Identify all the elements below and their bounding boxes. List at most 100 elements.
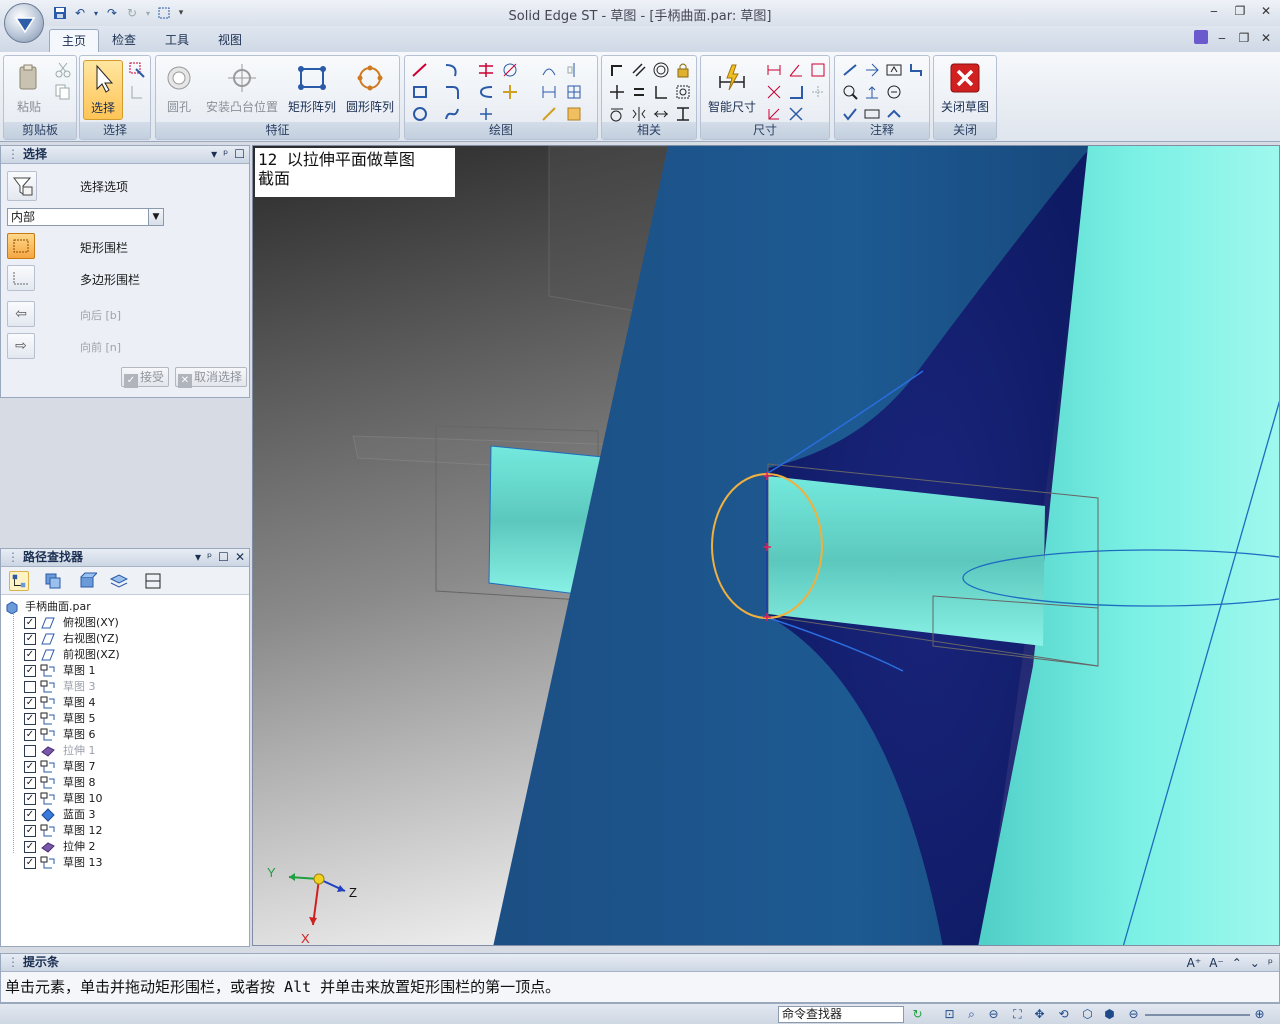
coordinate-dim-icon[interactable]	[809, 61, 827, 79]
tree-item[interactable]: ✓ 草图 12	[1, 823, 249, 839]
zoom-out-icon[interactable]: ⊖	[986, 1007, 1001, 1022]
balloon-icon[interactable]	[885, 105, 903, 123]
features-view-icon[interactable]	[43, 571, 63, 591]
tab-inspect[interactable]: 检查	[100, 29, 148, 52]
redo-dropdown-icon[interactable]: ▾	[144, 5, 152, 21]
distance-dim-icon[interactable]	[765, 61, 783, 79]
tree-item[interactable]: ✓ 俯视图(XY)	[1, 615, 249, 631]
center-mark-icon[interactable]	[863, 105, 881, 123]
scale-icon[interactable]	[540, 83, 558, 101]
grip-icon[interactable]: ⋮	[7, 550, 19, 564]
select-tool-2-icon[interactable]	[128, 83, 146, 101]
tab-home[interactable]: 主页	[49, 29, 100, 52]
close-button[interactable]: ✕	[1258, 3, 1274, 19]
undo-dropdown-icon[interactable]: ▾	[92, 5, 100, 21]
rotate-view-icon[interactable]: ⟲	[1056, 1007, 1071, 1022]
mirror-icon[interactable]	[540, 61, 558, 79]
command-finder-input[interactable]: 命令查找器	[778, 1006, 904, 1023]
checkbox-checked[interactable]: ✓	[24, 761, 36, 773]
smart-dimension-button[interactable]: 智能尺寸	[703, 60, 761, 120]
repeat-icon[interactable]: ↻	[124, 5, 140, 21]
point-icon[interactable]	[477, 105, 495, 123]
tree-item[interactable]: ✓ 草图 8	[1, 775, 249, 791]
application-button[interactable]	[4, 3, 44, 43]
angular-coordinate-icon[interactable]	[787, 83, 805, 101]
expand-icon[interactable]: ⌄	[1250, 955, 1260, 972]
pin-icon[interactable]: ᵖ	[1268, 955, 1273, 972]
axis-triad[interactable]: Y Z X	[261, 865, 371, 945]
tree-item[interactable]: ✓ 草图 5	[1, 711, 249, 727]
tree-view-icon[interactable]	[9, 571, 29, 591]
dimensions-view-icon[interactable]	[143, 571, 163, 591]
rigid-set-icon[interactable]	[674, 83, 692, 101]
tab-view[interactable]: 视图	[206, 29, 254, 52]
font-increase-icon[interactable]: A⁺	[1187, 955, 1202, 972]
trim-icon[interactable]	[477, 61, 495, 79]
checkbox-checked[interactable]: ✓	[24, 729, 36, 741]
model-view[interactable]	[253, 146, 1280, 946]
forward-button[interactable]: ⇨	[7, 333, 35, 359]
chevron-down-icon[interactable]: ▼	[148, 209, 163, 225]
hole-button[interactable]: 圆孔	[158, 60, 200, 120]
lock-icon[interactable]	[674, 61, 692, 79]
zoom-icon[interactable]: ⌕	[964, 1007, 979, 1022]
stretch-icon[interactable]	[540, 105, 558, 123]
paste-button[interactable]: 粘贴	[6, 60, 52, 120]
select-button[interactable]: 选择	[83, 60, 123, 120]
rectangle-fence-button[interactable]	[7, 233, 35, 259]
font-decrease-icon[interactable]: A⁻	[1209, 955, 1224, 972]
checkbox-checked[interactable]: ✓	[24, 809, 36, 821]
back-button[interactable]: ⇦	[7, 301, 35, 327]
customize-qat-icon[interactable]: ▾	[176, 5, 186, 21]
text-box-icon[interactable]	[885, 61, 903, 79]
select-options-button[interactable]	[7, 171, 37, 201]
pattern-grid-icon[interactable]	[565, 83, 583, 101]
tree-item[interactable]: ✓ 前视图(XZ)	[1, 647, 249, 663]
panel-menu-icon[interactable]: ▾	[195, 549, 201, 566]
edge-condition-icon[interactable]	[841, 105, 859, 123]
close-sketch-button[interactable]: 关闭草图	[936, 60, 994, 120]
parts-view-icon[interactable]	[77, 571, 97, 591]
checkbox-checked[interactable]: ✓	[24, 825, 36, 837]
doc-close-button[interactable]: ✕	[1258, 30, 1274, 46]
tree-item[interactable]: ✓ 蓝面 3	[1, 807, 249, 823]
leader-icon[interactable]	[841, 61, 859, 79]
boss-button[interactable]: 安装凸台位置	[202, 60, 282, 120]
zoom-slider-thumb-icon[interactable]: ⊕	[1252, 1007, 1267, 1022]
zoom-slider-minus-icon[interactable]: ⊖	[1126, 1007, 1141, 1022]
fit-icon[interactable]: ⛶	[1010, 1007, 1025, 1022]
help-icon[interactable]	[1194, 30, 1208, 44]
checkbox-checked[interactable]: ✓	[24, 713, 36, 725]
horizontal-vertical-icon[interactable]	[652, 83, 670, 101]
connect-icon[interactable]	[608, 61, 626, 79]
move-icon[interactable]	[501, 83, 519, 101]
checkbox-unchecked[interactable]	[24, 745, 36, 757]
symmetric-icon[interactable]	[630, 105, 648, 123]
checkbox-checked[interactable]: ✓	[24, 665, 36, 677]
rectangle-icon[interactable]	[411, 83, 429, 101]
tab-tools[interactable]: 工具	[153, 29, 201, 52]
tree-item[interactable]: ✓ 草图 1	[1, 663, 249, 679]
parallel-icon[interactable]	[630, 61, 648, 79]
close-icon[interactable]: ✕	[235, 549, 245, 566]
tree-item[interactable]: ✓ 草图 7	[1, 759, 249, 775]
checkbox-checked[interactable]: ✓	[24, 857, 36, 869]
tree-item[interactable]: ✓ 草图 6	[1, 727, 249, 743]
offset-icon[interactable]	[477, 83, 495, 101]
trim-corner-icon[interactable]	[501, 61, 519, 79]
line-icon[interactable]	[411, 61, 429, 79]
fillet-icon[interactable]	[443, 83, 461, 101]
polygon-fence-button[interactable]	[7, 265, 35, 291]
select-filter-icon[interactable]	[128, 61, 146, 79]
undo-icon[interactable]: ↶	[72, 5, 88, 21]
collinear-icon[interactable]	[652, 105, 670, 123]
surface-texture-icon[interactable]	[841, 83, 859, 101]
angle-dim-icon[interactable]	[787, 61, 805, 79]
tree-root[interactable]: 手柄曲面.par	[1, 599, 249, 615]
circle-icon[interactable]	[411, 105, 429, 123]
tangent-icon[interactable]	[608, 105, 626, 123]
maximize-icon[interactable]: ☐	[218, 549, 229, 566]
zoom-slider[interactable]	[1145, 1014, 1250, 1016]
select-tool-icon[interactable]	[156, 5, 172, 21]
delete-dim-icon[interactable]	[787, 105, 805, 123]
